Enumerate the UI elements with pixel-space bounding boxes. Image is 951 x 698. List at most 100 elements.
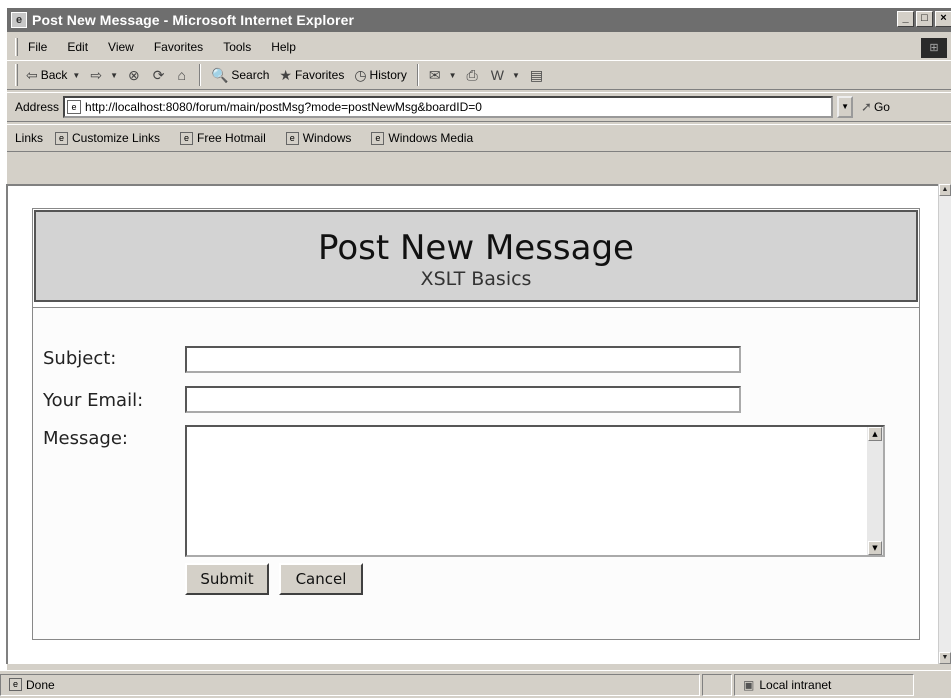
maximize-button[interactable]: □ — [916, 11, 933, 27]
address-dropdown-icon[interactable]: ▼ — [837, 96, 854, 118]
forward-dropdown-icon[interactable]: ▼ — [110, 71, 118, 80]
local-intranet-icon: ▣ — [743, 677, 755, 692]
menu-tools[interactable]: Tools — [223, 40, 251, 54]
link-free-hotmail[interactable]: e Free Hotmail — [180, 131, 266, 145]
address-input[interactable]: e http://localhost:8080/forum/main/postM… — [63, 96, 834, 118]
search-icon: 🔍 — [210, 66, 229, 83]
message-textarea[interactable]: ▲ ▼ — [185, 425, 885, 557]
word-icon: W — [490, 67, 504, 83]
page-viewport: Post New Message XSLT Basics Subject: Yo… — [6, 184, 938, 664]
minimize-button[interactable]: _ — [897, 11, 914, 27]
refresh-icon: ⟳ — [152, 66, 165, 83]
link-label: Customize Links — [72, 131, 161, 145]
address-label: Address — [15, 100, 60, 114]
address-url: http://localhost:8080/forum/main/postMsg… — [85, 100, 482, 114]
page-subtitle: XSLT Basics — [420, 268, 532, 290]
edit-dropdown-icon[interactable]: ▼ — [512, 71, 520, 80]
toolbar-grip[interactable] — [15, 64, 18, 86]
email-input[interactable] — [185, 386, 741, 413]
history-icon: ◷ — [354, 66, 367, 83]
favorites-icon: ★ — [279, 66, 292, 83]
search-label: Search — [231, 68, 270, 82]
page-icon: e — [285, 131, 299, 145]
go-arrow-icon: ➚ — [861, 99, 872, 114]
refresh-button[interactable]: ⟳ — [153, 67, 168, 84]
menu-help[interactable]: Help — [271, 40, 296, 54]
back-arrow-icon: ⇦ — [26, 66, 38, 83]
standard-toolbar: ⇦ Back ▼ ⇨ ▼ ⊗ ⟳ ⌂ 🔍 Search ★ Favorites … — [7, 60, 951, 90]
page-header: Post New Message XSLT Basics — [34, 210, 918, 302]
back-label: Back — [40, 68, 68, 82]
page-icon: e — [9, 678, 22, 691]
menu-favorites[interactable]: Favorites — [154, 40, 203, 54]
form-body: Subject: Your Email: Message: ▲ ▼ Submit… — [33, 307, 919, 639]
history-button[interactable]: ◷ History — [354, 67, 407, 84]
ie-icon: e — [11, 12, 27, 28]
go-button[interactable]: ➚ Go — [861, 99, 890, 115]
scroll-up-icon[interactable]: ▲ — [868, 427, 882, 441]
status-text: Done — [26, 677, 55, 692]
back-dropdown-icon[interactable]: ▼ — [72, 71, 80, 80]
submit-button[interactable]: Submit — [185, 563, 269, 595]
history-label: History — [369, 68, 407, 82]
links-bar: Links e Customize Links e Free Hotmail e… — [7, 124, 951, 152]
message-scrollbar[interactable]: ▲ ▼ — [867, 427, 883, 555]
favorites-button[interactable]: ★ Favorites — [279, 67, 344, 84]
toolbar-separator — [198, 64, 201, 86]
stop-icon: ⊗ — [128, 66, 140, 83]
page-icon: e — [180, 131, 194, 145]
menubar-grip[interactable] — [15, 38, 18, 56]
email-label: Your Email: — [43, 390, 144, 411]
security-zone: ▣ Local intranet — [734, 673, 914, 696]
menu-file[interactable]: File — [28, 40, 47, 54]
mail-dropdown-icon[interactable]: ▼ — [449, 71, 457, 80]
message-label: Message: — [43, 428, 128, 449]
stop-button[interactable]: ⊗ — [128, 67, 143, 84]
subject-input[interactable] — [185, 346, 741, 373]
link-label: Windows Media — [388, 131, 474, 145]
search-button[interactable]: 🔍 Search — [211, 67, 269, 84]
menu-edit[interactable]: Edit — [67, 40, 88, 54]
window-controls: _ □ × — [895, 11, 951, 27]
links-label[interactable]: Links — [15, 131, 43, 145]
back-button[interactable]: ⇦ Back ▼ — [26, 67, 80, 84]
print-button[interactable]: ⎙ — [467, 67, 481, 84]
forward-arrow-icon: ⇨ — [90, 66, 103, 83]
link-windows-media[interactable]: e Windows Media — [371, 131, 473, 145]
home-icon: ⌂ — [177, 67, 186, 83]
mail-button[interactable]: ✉ ▼ — [429, 67, 457, 84]
forward-button[interactable]: ⇨ ▼ — [90, 67, 118, 84]
scroll-down-icon[interactable]: ▼ — [939, 652, 951, 664]
edit-word-button[interactable]: W ▼ — [491, 67, 520, 83]
toolbar-separator-2 — [416, 64, 419, 86]
link-customize-links[interactable]: e Customize Links — [55, 131, 160, 145]
page-icon: e — [55, 131, 69, 145]
go-label: Go — [873, 100, 890, 114]
scroll-up-icon[interactable]: ▲ — [939, 184, 951, 196]
zone-label: Local intranet — [759, 677, 832, 692]
title-bar: e Post New Message - Microsoft Internet … — [7, 8, 951, 32]
discuss-button[interactable]: ▤ — [530, 67, 546, 84]
favorites-label: Favorites — [294, 68, 345, 82]
window-title: Post New Message - Microsoft Internet Ex… — [32, 12, 355, 28]
home-button[interactable]: ⌂ — [177, 67, 188, 83]
menu-bar: File Edit View Favorites Tools Help — [7, 36, 951, 58]
status-cell — [702, 673, 732, 696]
scroll-down-icon[interactable]: ▼ — [868, 541, 882, 555]
address-bar: Address e http://localhost:8080/forum/ma… — [7, 92, 951, 122]
discuss-icon: ▤ — [529, 66, 544, 83]
page-title: Post New Message — [318, 228, 634, 268]
close-button[interactable]: × — [935, 11, 951, 27]
print-icon: ⎙ — [466, 66, 478, 83]
menu-view[interactable]: View — [108, 40, 134, 54]
page-icon: e — [67, 100, 82, 114]
form-frame: Post New Message XSLT Basics Subject: Yo… — [32, 208, 920, 640]
status-bar: e Done ▣ Local intranet — [0, 670, 951, 698]
link-windows[interactable]: e Windows — [285, 131, 352, 145]
cancel-button[interactable]: Cancel — [279, 563, 363, 595]
link-label: Free Hotmail — [197, 131, 266, 145]
page-icon: e — [371, 131, 385, 145]
page-scrollbar[interactable]: ▲ ▼ — [938, 184, 951, 664]
subject-label: Subject: — [43, 348, 117, 369]
link-label: Windows — [302, 131, 352, 145]
